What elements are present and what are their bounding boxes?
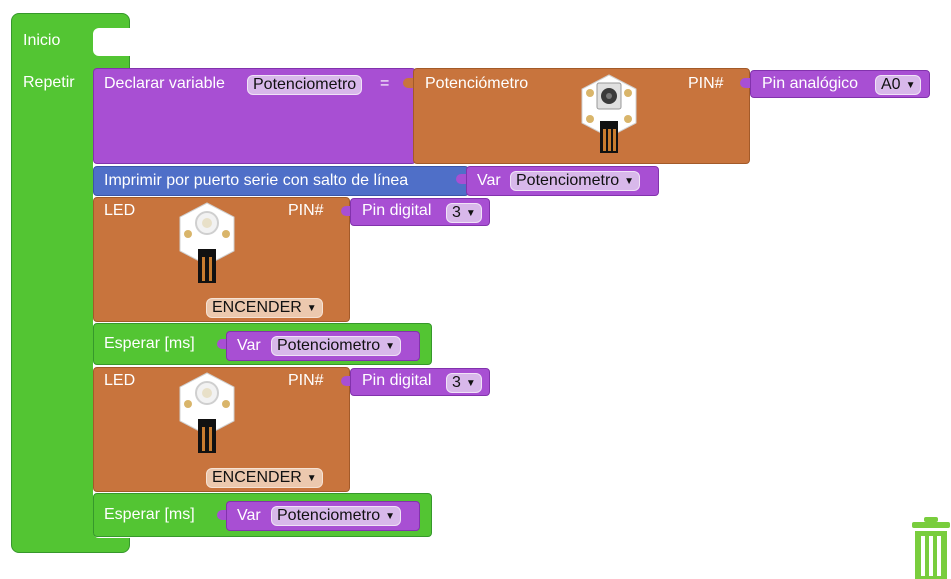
pin-input-connector — [740, 78, 750, 88]
led-label-2: LED — [104, 372, 136, 389]
potentiometer-module-image — [581, 74, 637, 153]
declare-variable-label: Declarar variable — [104, 75, 225, 92]
digital-pin-label-2: Pin digital — [362, 372, 432, 389]
chevron-down-icon: ▼ — [624, 176, 635, 187]
wait-var-value-2: Potenciometro — [277, 507, 381, 524]
wait-var-value-1: Potenciometro — [277, 337, 381, 354]
variable-name-text: Potenciometro — [253, 76, 357, 93]
wait-label-2: Esperar [ms] — [104, 506, 195, 523]
print-var-value: Potenciometro — [516, 172, 620, 189]
digital-pin-dropdown-1[interactable]: 3 ▼ — [446, 203, 482, 223]
led-pin-label-1: PIN# — [288, 202, 324, 219]
chevron-down-icon: ▼ — [306, 473, 317, 484]
led-module-image-2 — [179, 372, 235, 453]
led-state-dropdown-1[interactable]: ENCENDER ▼ — [206, 298, 323, 318]
analog-pin-label: Pin analógico — [762, 75, 859, 92]
wait-var-label-1: Var — [237, 337, 261, 354]
variable-name-field[interactable]: Potenciometro — [247, 75, 363, 95]
wait-var-dropdown-1[interactable]: Potenciometro ▼ — [271, 336, 402, 356]
led-module-image-1 — [179, 202, 235, 283]
digital-pin-dropdown-2[interactable]: 3 ▼ — [446, 373, 482, 393]
led-label-1: LED — [104, 202, 136, 219]
led-state-value-2: ENCENDER — [212, 469, 302, 486]
digital-pin-value-2: 3 — [452, 374, 461, 391]
digital-pin-label-1: Pin digital — [362, 202, 432, 219]
value-input-connector — [403, 78, 413, 88]
chevron-down-icon: ▼ — [465, 208, 476, 219]
potentiometer-pin-label: PIN# — [688, 75, 724, 92]
led-pin-label-2: PIN# — [288, 372, 324, 389]
analog-pin-dropdown[interactable]: A0 ▼ — [875, 75, 922, 95]
print-input-connector — [456, 174, 466, 184]
wait-label-1: Esperar [ms] — [104, 335, 195, 352]
print-var-label: Var — [477, 172, 501, 189]
led-state-dropdown-2[interactable]: ENCENDER ▼ — [206, 468, 323, 488]
led-state-value-1: ENCENDER — [212, 299, 302, 316]
analog-pin-value: A0 — [881, 76, 901, 93]
chevron-down-icon: ▼ — [306, 303, 317, 314]
inicio-statement-slot — [93, 28, 131, 56]
equals-sign: = — [380, 75, 390, 92]
inicio-label: Inicio — [23, 32, 61, 49]
print-serial-label: Imprimir por puerto serie con salto de l… — [104, 172, 409, 189]
potentiometer-label: Potenciómetro — [425, 75, 529, 92]
chevron-down-icon: ▼ — [385, 511, 396, 522]
chevron-down-icon: ▼ — [905, 80, 916, 91]
print-var-dropdown[interactable]: Potenciometro ▼ — [510, 171, 641, 191]
wait-var-dropdown-2[interactable]: Potenciometro ▼ — [271, 506, 402, 526]
repetir-label: Repetir — [23, 74, 75, 91]
wait-var-label-2: Var — [237, 507, 261, 524]
trash-icon[interactable] — [910, 517, 950, 579]
digital-pin-value-1: 3 — [452, 204, 461, 221]
chevron-down-icon: ▼ — [385, 341, 396, 352]
chevron-down-icon: ▼ — [465, 378, 476, 389]
